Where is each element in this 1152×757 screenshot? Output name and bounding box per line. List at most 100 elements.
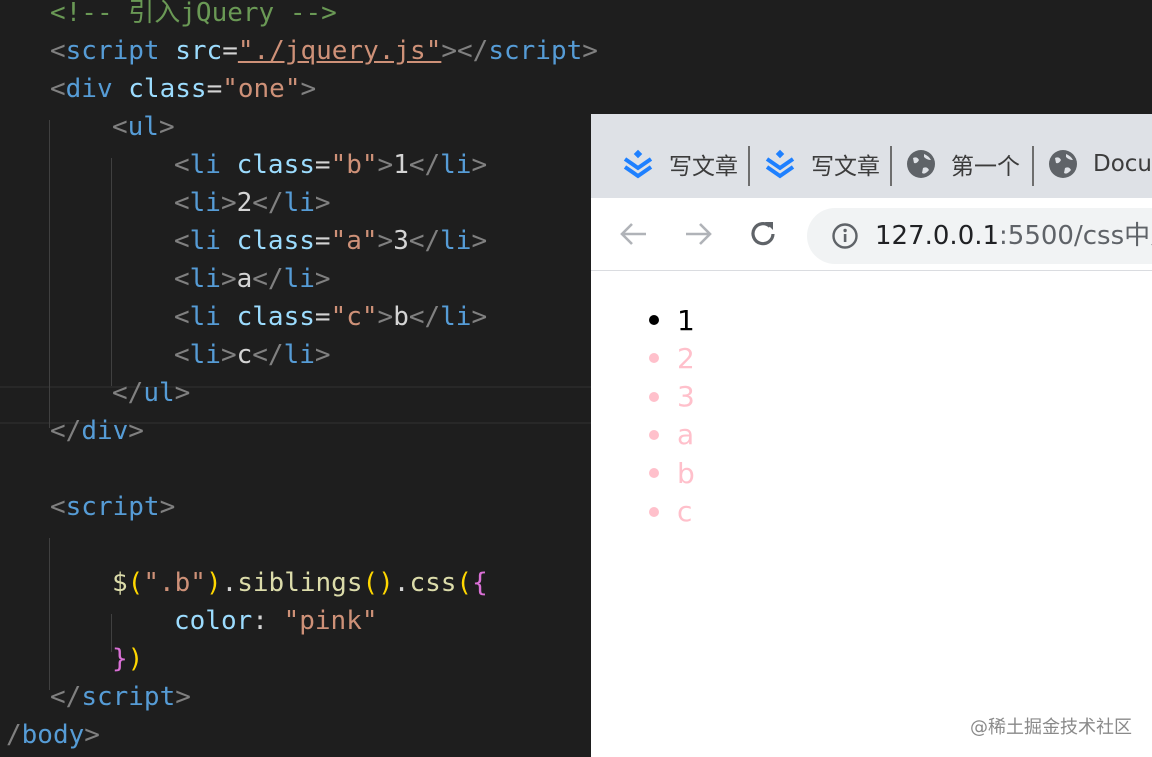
watermark: @稀土掘金技术社区 — [970, 717, 1132, 738]
code-token: < — [112, 112, 128, 142]
code-token: > — [471, 302, 488, 332]
code-token: li — [440, 226, 472, 256]
code-token: ul — [127, 112, 159, 142]
tab-document[interactable]: Docu — [1047, 140, 1152, 188]
info-icon[interactable] — [831, 222, 859, 250]
back-arrow-icon[interactable] — [616, 216, 652, 252]
code-token: class — [128, 74, 207, 104]
code-token: = — [314, 150, 331, 180]
list-item: b — [649, 454, 695, 492]
code-token: < — [174, 150, 190, 180]
bullet-icon — [649, 429, 659, 440]
code-token: < — [174, 264, 190, 294]
code-token: siblings — [237, 568, 363, 598]
code-token: "c" — [330, 302, 378, 332]
code-token: } — [112, 644, 128, 674]
tab-first[interactable]: 第一个 — [905, 140, 1020, 188]
code-line[interactable]: <li class="c">b</li> — [174, 298, 487, 336]
code-line[interactable]: $(".b").siblings().css({ — [112, 564, 488, 602]
indent-guide — [111, 158, 112, 386]
code-line[interactable]: <ul> — [112, 108, 175, 146]
forward-arrow-icon[interactable] — [680, 216, 716, 252]
code-token: > — [377, 226, 394, 256]
code-token: a — [236, 264, 253, 294]
browser-window: 写文章 写文章 第一个 Docu 127.0.0.1:5500/css中 1 2… — [591, 114, 1152, 757]
code-line[interactable]: /body> — [6, 716, 100, 754]
code-token: < — [174, 226, 190, 256]
list-item: 2 — [649, 339, 695, 377]
code-token: </ — [50, 416, 82, 446]
code-line[interactable]: </div> — [50, 412, 144, 450]
code-token: li — [189, 226, 221, 256]
code-token: ( — [456, 568, 473, 598]
code-token: <!-- 引入jQuery --> — [50, 0, 337, 28]
code-line[interactable]: <li>2</li> — [174, 184, 331, 222]
code-token: > — [220, 340, 237, 370]
code-line[interactable]: </script> — [50, 678, 191, 716]
code-token: li — [440, 302, 472, 332]
code-token: c — [236, 340, 253, 370]
code-token: "a" — [330, 226, 378, 256]
globe-icon — [907, 150, 935, 178]
tab-juejin-write-1[interactable]: 写文章 — [621, 140, 738, 188]
juejin-logo-icon — [623, 149, 653, 179]
list-item-text: c — [677, 495, 693, 528]
tab-separator — [890, 146, 892, 186]
code-token: < — [174, 302, 190, 332]
code-token: > — [377, 302, 394, 332]
code-token: b — [393, 302, 409, 332]
list-item: 1 — [649, 301, 695, 339]
code-token: color — [174, 606, 253, 636]
code-line[interactable]: <div class="one"> — [50, 70, 316, 108]
code-line[interactable]: <li>c</li> — [174, 336, 331, 374]
code-token: > — [220, 188, 237, 218]
code-token: > — [300, 74, 317, 104]
indent-guide — [49, 120, 50, 428]
code-token: ul — [143, 378, 175, 408]
tab-label: 第一个 — [951, 154, 1020, 180]
code-token: < — [50, 74, 66, 104]
reload-icon[interactable] — [745, 216, 781, 252]
code-token: = — [206, 74, 223, 104]
indent-guide — [49, 538, 50, 690]
code-token: = — [222, 36, 238, 66]
code-line[interactable]: }) — [112, 640, 143, 678]
url-text[interactable]: 127.0.0.1:5500/css中几 — [875, 208, 1152, 264]
code-token: () — [362, 568, 394, 598]
code-token: > — [159, 492, 176, 522]
tab-juejin-write-2[interactable]: 写文章 — [763, 140, 880, 188]
code-line[interactable]: color: "pink" — [174, 602, 378, 640]
browser-toolbar: 127.0.0.1:5500/css中几 — [591, 198, 1152, 271]
list-item-text: b — [677, 456, 695, 490]
code-token: > — [582, 36, 598, 66]
code-token: </ — [408, 150, 441, 180]
code-token: </ — [408, 226, 441, 256]
juejin-logo-icon — [765, 149, 795, 179]
code-token: > — [84, 720, 100, 750]
code-line[interactable]: <!-- 引入jQuery --> — [50, 0, 337, 32]
code-token: ) — [205, 568, 222, 598]
code-token: "b" — [330, 150, 378, 180]
code-token: body — [21, 720, 85, 750]
code-token: > — [158, 112, 175, 142]
tab-label: 写文章 — [669, 154, 738, 180]
address-bar[interactable]: 127.0.0.1:5500/css中几 — [807, 208, 1152, 264]
code-token: < — [174, 188, 190, 218]
code-line[interactable]: <li>a</li> — [174, 260, 331, 298]
code-token: class — [236, 226, 315, 256]
bullet-icon — [649, 353, 659, 364]
code-token: ".b" — [143, 568, 206, 598]
list-item: a — [649, 416, 694, 454]
code-line[interactable]: <script src="./jquery.js"></script> — [50, 32, 598, 70]
code-line[interactable]: <script> — [50, 488, 175, 526]
code-line[interactable]: </ul> — [112, 374, 190, 412]
globe-icon — [1049, 150, 1077, 178]
code-line[interactable]: <li class="b">1</li> — [174, 146, 487, 184]
code-token: </ — [252, 188, 284, 218]
code-line[interactable]: <li class="a">3</li> — [174, 222, 487, 260]
code-token: = — [314, 226, 331, 256]
code-token: li — [283, 264, 315, 294]
